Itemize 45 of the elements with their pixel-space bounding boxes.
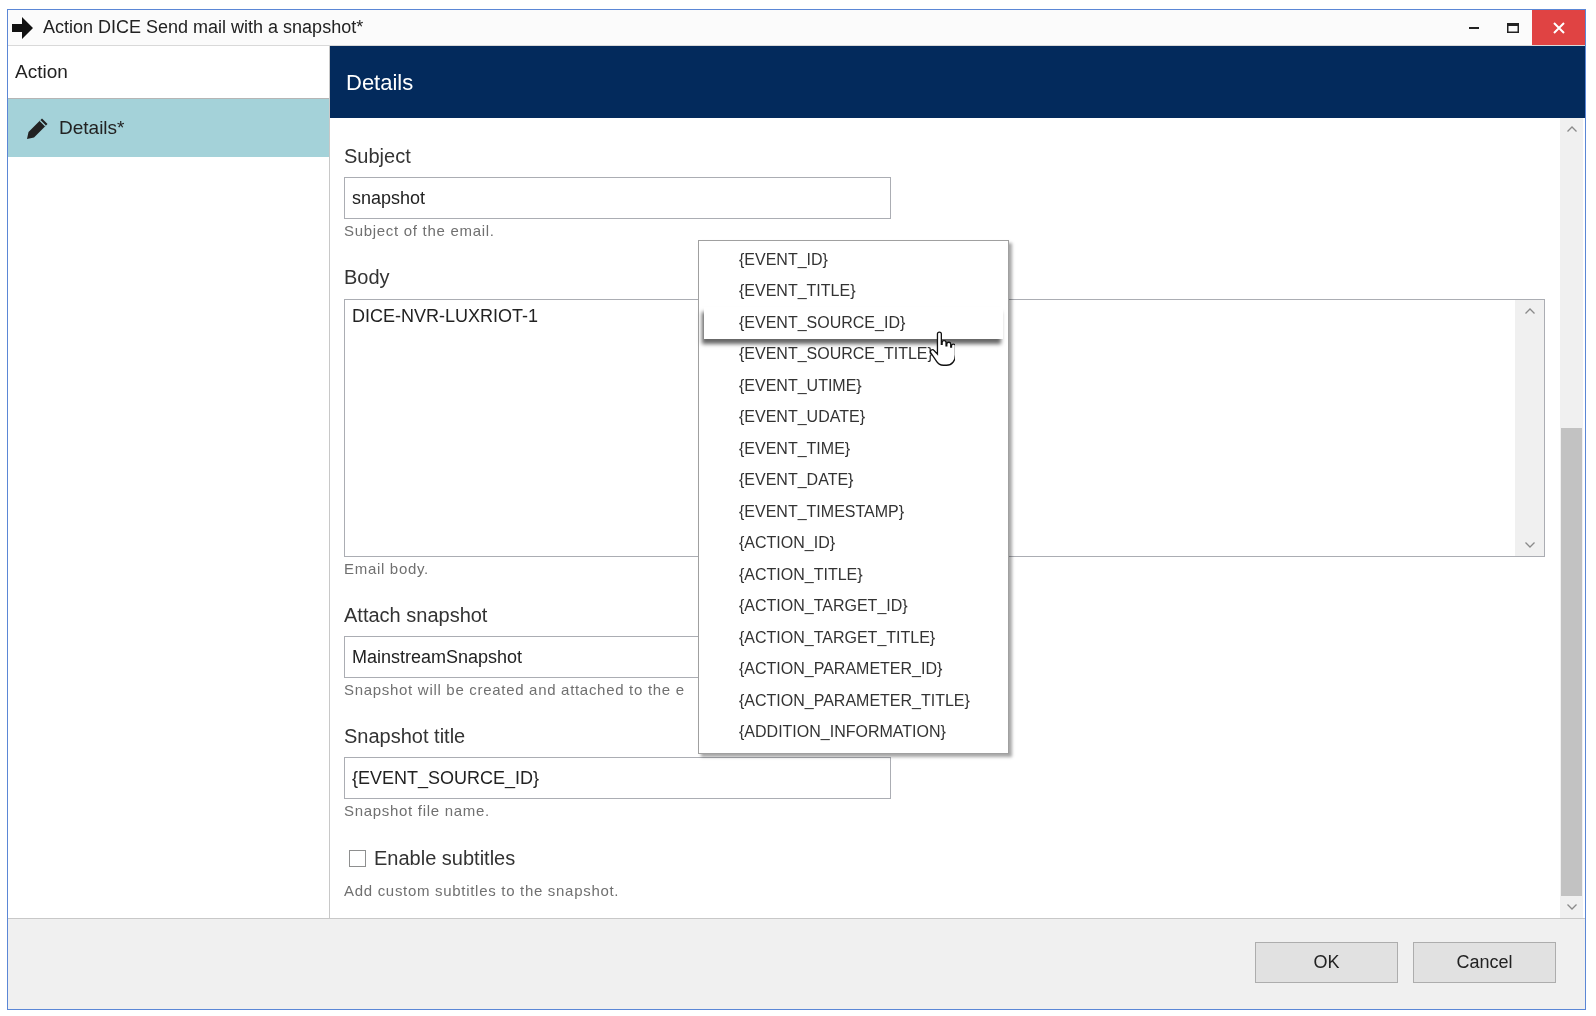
pencil-icon xyxy=(26,116,49,140)
menu-item[interactable]: {EVENT_UDATE} xyxy=(699,401,1008,433)
menu-item[interactable]: {ACTION_PARAMETER_TITLE} xyxy=(699,685,1008,717)
close-button[interactable] xyxy=(1532,10,1585,45)
field-label: Body xyxy=(344,265,390,290)
menu-item[interactable]: {EVENT_DATE} xyxy=(699,464,1008,496)
menu-item[interactable]: {EVENT_SOURCE_TITLE} xyxy=(699,338,1008,370)
menu-item[interactable]: {EVENT_TIME} xyxy=(699,433,1008,465)
window-title: Action DICE Send mail with a snapshot* xyxy=(43,16,364,39)
field-label: Snapshot title xyxy=(344,724,466,749)
scrollbar[interactable] xyxy=(1515,300,1544,556)
menu-item[interactable]: {ADDITION_INFORMATION} xyxy=(699,716,1008,748)
chevron-up-icon xyxy=(1524,308,1535,314)
help-text: Snapshot will be created and attached to the e xyxy=(344,681,685,699)
chevron-up-icon xyxy=(1566,126,1577,132)
menu-item[interactable]: {ACTION_TARGET_ID} xyxy=(699,590,1008,622)
help-text: Email body. xyxy=(344,560,429,578)
text-field[interactable]: {EVENT_SOURCE_ID} xyxy=(344,757,891,799)
menu-item[interactable]: {EVENT_SOURCE_ID} xyxy=(704,307,1003,339)
chevron-down-icon xyxy=(1566,904,1577,910)
dialog-button[interactable]: Cancel xyxy=(1413,942,1556,983)
dialog-button[interactable]: OK xyxy=(1255,942,1398,983)
close-icon xyxy=(1552,21,1565,34)
scrollbar[interactable] xyxy=(1560,118,1583,918)
menu-item[interactable]: {ACTION_TITLE} xyxy=(699,559,1008,591)
arrow-right-icon xyxy=(12,16,33,39)
checkbox-label: Enable subtitles xyxy=(374,847,516,869)
menu-item[interactable]: {EVENT_TITLE} xyxy=(699,275,1008,307)
menu-item[interactable]: {EVENT_TIMESTAMP} xyxy=(699,496,1008,528)
help-text: Add custom subtitles to the snapshot. xyxy=(344,882,620,900)
menu-item[interactable]: {EVENT_UTIME} xyxy=(699,370,1008,402)
menu-item[interactable]: {ACTION_ID} xyxy=(699,527,1008,559)
field-label: Subject xyxy=(344,144,411,169)
help-text: Snapshot file name. xyxy=(344,802,490,820)
minimize-icon xyxy=(1468,26,1479,29)
text-field[interactable]: snapshot xyxy=(344,177,891,219)
menu-item[interactable]: {EVENT_ID} xyxy=(699,244,1008,276)
sidebar-item[interactable]: Details* xyxy=(8,99,329,157)
panel-title: Details xyxy=(346,68,414,97)
help-text: Subject of the email. xyxy=(344,222,495,240)
chevron-down-icon xyxy=(1524,542,1535,548)
maximize-icon xyxy=(1506,22,1519,33)
field-label: Attach snapshot xyxy=(344,603,488,628)
checkbox[interactable] xyxy=(349,849,366,867)
scrollbar-thumb[interactable] xyxy=(1561,428,1582,896)
